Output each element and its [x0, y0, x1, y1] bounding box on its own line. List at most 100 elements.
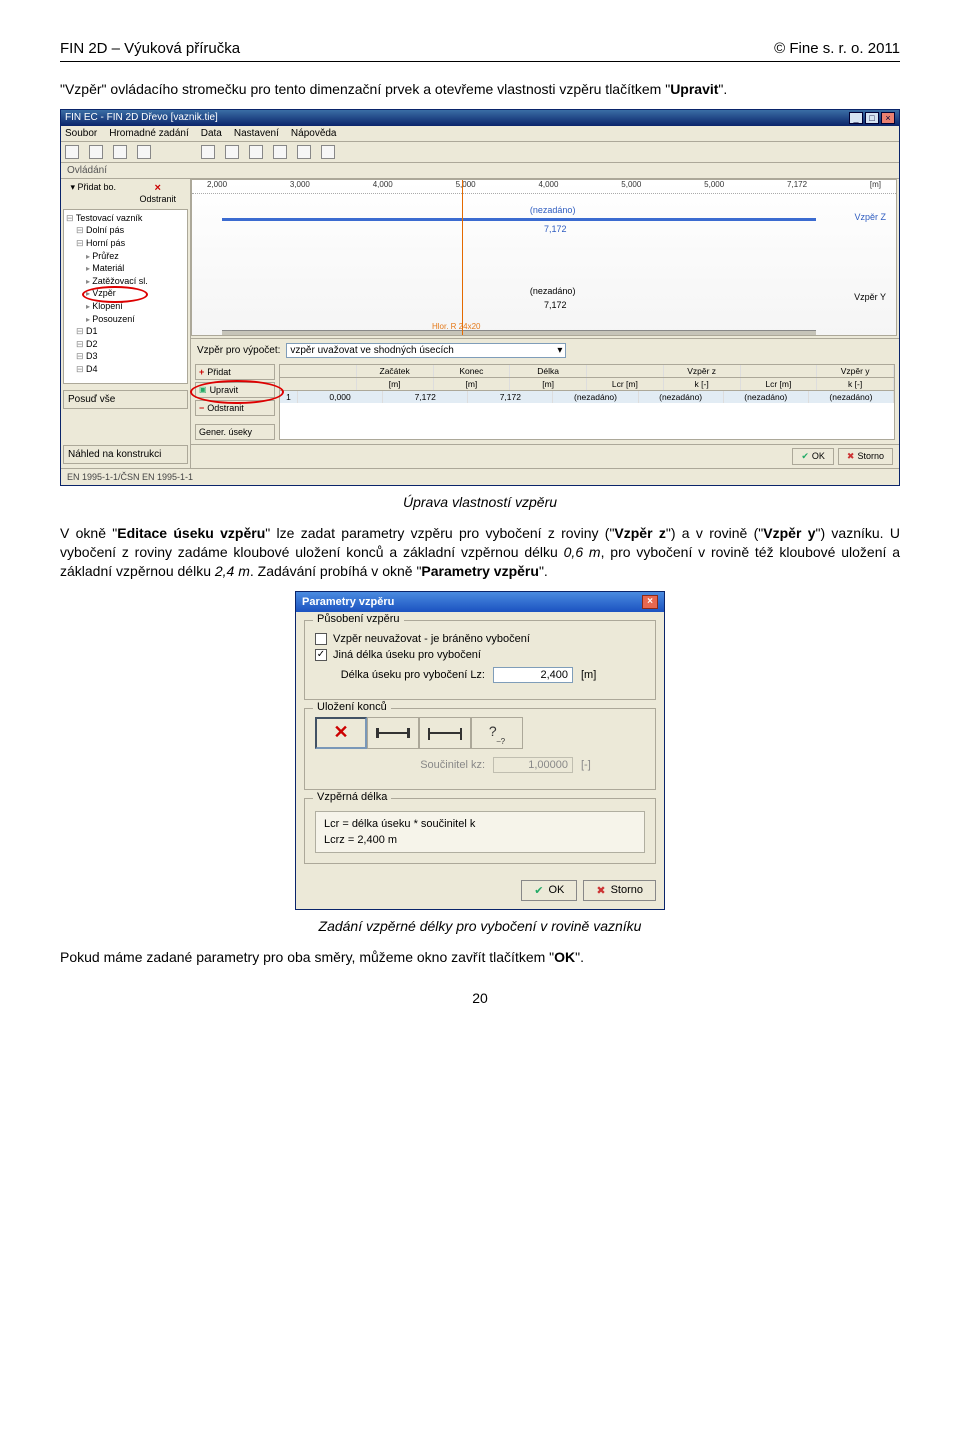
line-icon — [428, 732, 462, 734]
mid-paragraph: V okně "Editace úseku vzpěru" lze zadat … — [60, 524, 900, 581]
tree-item[interactable]: D3 — [76, 350, 185, 363]
edit-icon: ▣ — [199, 385, 207, 394]
dialog-titlebar: Parametry vzpěru × — [296, 592, 664, 612]
vzper-z-label: Vzpěr Z — [854, 212, 886, 222]
toolbar — [61, 142, 899, 163]
hint-dim: Hlor. R 24x20 — [432, 322, 480, 331]
storno-button[interactable]: ✖Storno — [583, 880, 656, 901]
menu-data[interactable]: Data — [201, 128, 222, 139]
combo-row: Vzpěr pro výpočet: vzpěr uvažovat ve sho… — [191, 338, 899, 362]
group-vzperna-delka: Vzpěrná délka Lcr = délka úseku * součin… — [304, 798, 656, 864]
check-icon: ✔ — [801, 451, 809, 462]
chevron-down-icon: ▾ — [557, 345, 562, 356]
kz-input: 1,00000 — [493, 757, 573, 773]
add-point-button[interactable]: ▾ Přidat bo. — [63, 181, 124, 205]
minus-icon: − — [199, 403, 204, 413]
tree-item[interactable]: D4 — [76, 363, 185, 376]
support-pin-button[interactable] — [367, 717, 419, 749]
result-line: Lcrz = 2,400 m — [324, 834, 636, 846]
zoom-fit-icon[interactable] — [249, 145, 263, 159]
page-number: 20 — [60, 990, 900, 1006]
dim-label: 7,172 — [544, 224, 567, 234]
toolbar-icon[interactable] — [65, 145, 79, 159]
unit-label: [-] — [581, 759, 591, 771]
caption-2: Zadání vzpěrné délky pro vybočení v rovi… — [60, 918, 900, 934]
tree-item[interactable]: D2 — [76, 338, 185, 351]
app-screenshot: FIN EC - FIN 2D Dřevo [vaznik.tie] _ □ ×… — [60, 109, 900, 486]
edit-button[interactable]: ▣Upravit — [195, 382, 275, 398]
dim-label: 7,172 — [544, 300, 567, 310]
titlebar: FIN EC - FIN 2D Dřevo [vaznik.tie] _ □ × — [61, 110, 899, 126]
tree-item[interactable]: Průřez — [86, 250, 185, 263]
checkbox-label: Jiná délka úseku pro vybočení — [333, 649, 481, 661]
field-label: Délka úseku pro vybočení Lz: — [315, 669, 485, 681]
span-table[interactable]: Začátek Konec Délka Vzpěr z Vzpěr y [m] … — [279, 364, 895, 440]
combo-vzper[interactable]: vzpěr uvažovat ve shodných úsecích ▾ — [286, 343, 566, 358]
tree-item-vzper[interactable]: Vzpěr — [86, 287, 185, 300]
tree-item[interactable]: Posouzení — [86, 313, 185, 326]
posud-vse-button[interactable]: Posuď vše — [63, 390, 188, 409]
tree-root[interactable]: Testovací vazník — [66, 212, 185, 225]
group-pusobeni: Působení vzpěru Vzpěr neuvažovat - je br… — [304, 620, 656, 700]
dialog-parametry-vzperu: Parametry vzpěru × Působení vzpěru Vzpěr… — [295, 591, 665, 910]
length-input[interactable]: 2,400 — [493, 667, 573, 683]
group-ulozeni: Uložení konců ✕ ?⎯? Součinitel kz: 1,000… — [304, 708, 656, 790]
support-custom-button[interactable]: ?⎯? — [471, 717, 523, 749]
menu-napoveda[interactable]: Nápověda — [291, 128, 337, 139]
toolbar-icon[interactable] — [113, 145, 127, 159]
tree-item[interactable]: D1 — [76, 325, 185, 338]
canvas[interactable]: 2,000 3,000 4,000 5,000 4,000 5,000 5,00… — [191, 179, 897, 336]
close-icon[interactable]: × — [881, 112, 895, 124]
ok-button[interactable]: ✔OK — [521, 880, 577, 901]
menu-soubor[interactable]: Soubor — [65, 128, 97, 139]
menu-hromadne[interactable]: Hromadné zadání — [109, 128, 189, 139]
ok-button[interactable]: ✔OK — [792, 448, 834, 465]
maximize-icon[interactable]: □ — [865, 112, 879, 124]
x-icon: ✖ — [847, 451, 855, 462]
storno-button[interactable]: ✖Storno — [838, 448, 893, 465]
pan-icon[interactable] — [273, 145, 287, 159]
doc-header-right: © Fine s. r. o. 2011 — [774, 40, 900, 57]
nezadano-label: (nezadáno) — [530, 205, 576, 215]
checkbox-label: Vzpěr neuvažovat - je bráněno vybočení — [333, 633, 530, 645]
checkbox-jina-delka[interactable] — [315, 649, 327, 661]
window-controls: _ □ × — [849, 112, 895, 124]
group-label: Uložení konců — [313, 701, 391, 713]
caption-1: Úprava vlastností vzpěru — [60, 494, 900, 510]
add-button[interactable]: +Přidat — [195, 364, 275, 380]
generate-button[interactable]: Gener. úseky — [195, 424, 275, 440]
group-label: Působení vzpěru — [313, 613, 404, 625]
toolbar-icon[interactable] — [89, 145, 103, 159]
tree-view[interactable]: Testovací vazník Dolní pás Horní pás Prů… — [63, 209, 188, 384]
remove-button[interactable]: ×Odstranit — [128, 181, 189, 205]
tree-item[interactable]: Zatěžovací sl. — [86, 275, 185, 288]
zoom-in-icon[interactable] — [201, 145, 215, 159]
tree-item[interactable]: Horní pás — [76, 237, 185, 250]
minimize-icon[interactable]: _ — [849, 112, 863, 124]
group-label: Vzpěrná délka — [313, 791, 391, 803]
header-rule — [60, 61, 900, 62]
menu-nastaveni[interactable]: Nastavení — [234, 128, 279, 139]
app-title: FIN EC - FIN 2D Dřevo [vaznik.tie] — [65, 112, 218, 123]
zoom-out-icon[interactable] — [225, 145, 239, 159]
vzper-y-label: Vzpěr Y — [854, 292, 886, 302]
support-fixed-button[interactable] — [419, 717, 471, 749]
x-icon: ✕ — [333, 722, 348, 743]
x-icon: ✖ — [596, 884, 605, 897]
dialog-title: Parametry vzpěru — [302, 596, 394, 608]
table-row[interactable]: 1 0,000 7,172 7,172 (nezadáno) (nezadáno… — [280, 391, 894, 403]
check-icon: ✔ — [534, 884, 543, 897]
plus-icon: + — [199, 367, 204, 377]
close-icon[interactable]: × — [642, 595, 658, 609]
tree-item[interactable]: Dolní pás — [76, 224, 185, 237]
line-icon — [376, 732, 410, 734]
tree-item[interactable]: Materiál — [86, 262, 185, 275]
toolbar-icon[interactable] — [321, 145, 335, 159]
support-none-button[interactable]: ✕ — [315, 717, 367, 749]
checkbox-neuvazovat[interactable] — [315, 633, 327, 645]
nahled-button[interactable]: Náhled na konstrukci — [63, 445, 188, 464]
toolbar-icon[interactable] — [297, 145, 311, 159]
formula-line: Lcr = délka úseku * součinitel k — [324, 818, 636, 830]
toolbar-icon[interactable] — [137, 145, 151, 159]
nezadano-label: (nezadáno) — [530, 286, 576, 296]
